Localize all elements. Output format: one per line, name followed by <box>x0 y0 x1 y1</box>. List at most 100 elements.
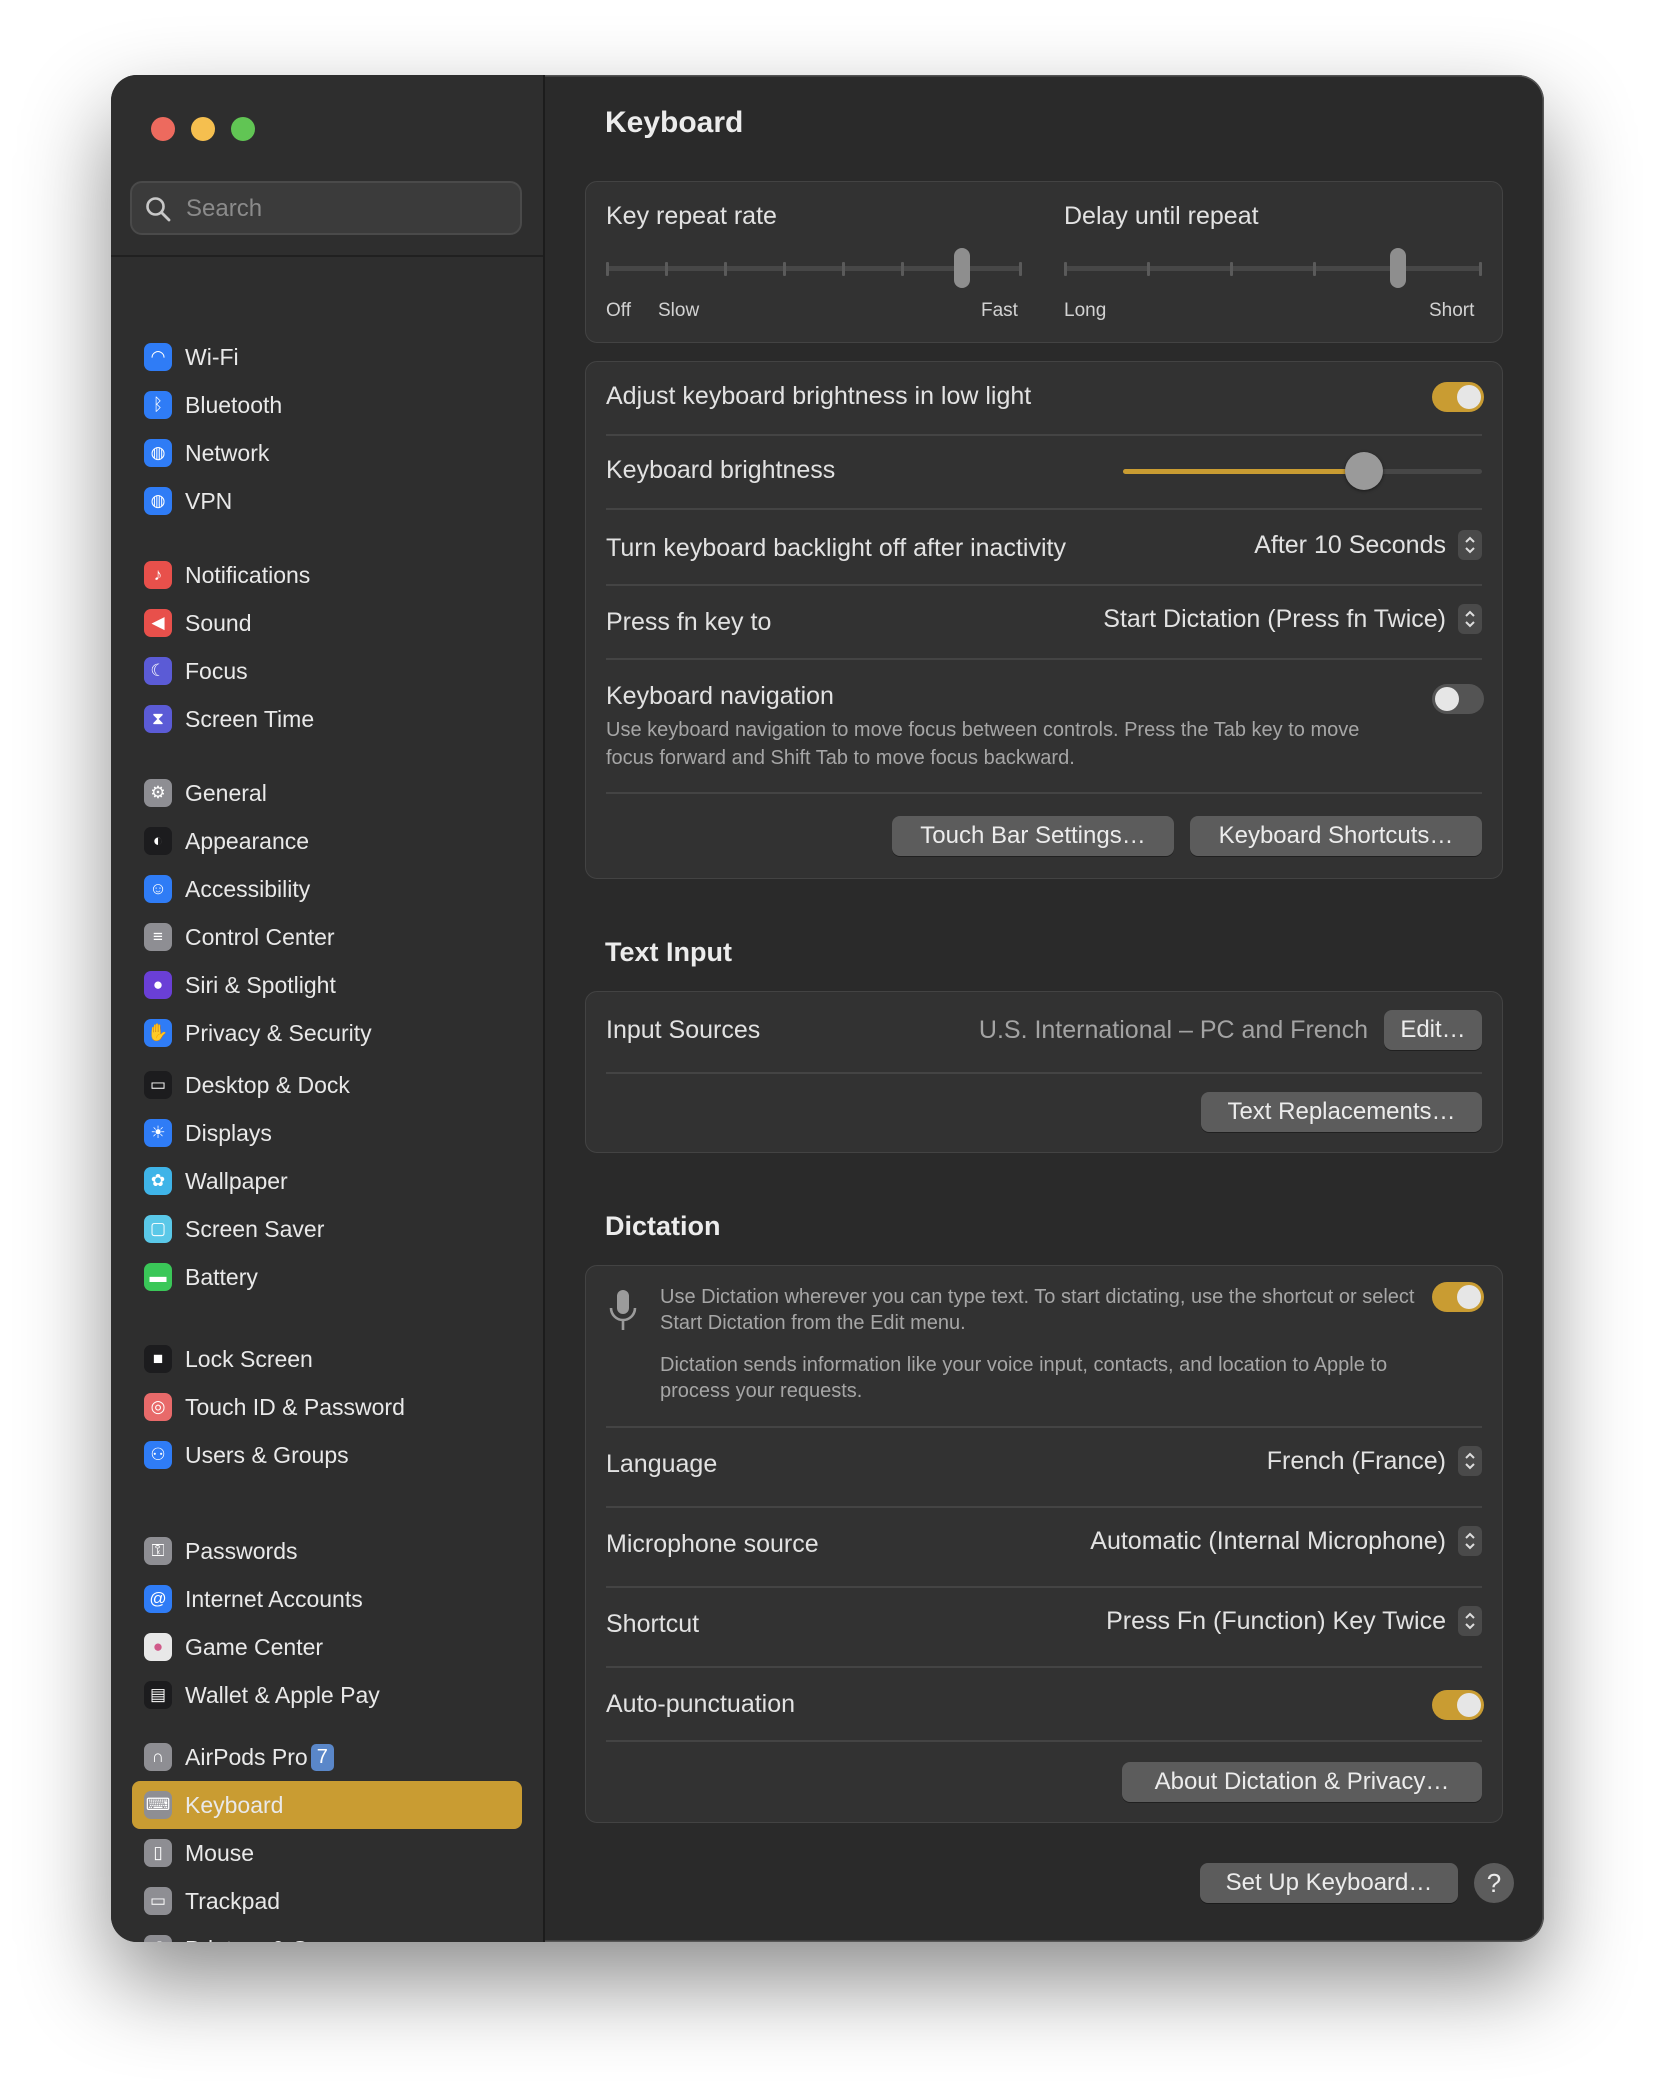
sidebar-item-focus[interactable]: ☾ Focus <box>132 647 522 695</box>
zoom-window-button[interactable] <box>231 117 255 141</box>
slider-knob[interactable] <box>1390 248 1406 288</box>
sidebar-item-general[interactable]: ⚙ General <box>132 769 522 817</box>
about-dictation-button[interactable]: About Dictation & Privacy… <box>1122 1762 1482 1802</box>
fn-key-popup[interactable]: Start Dictation (Press fn Twice) <box>1103 604 1482 634</box>
sidebar-item-displays[interactable]: ☀ Displays <box>132 1109 522 1157</box>
sidebar-item-passwords[interactable]: ⚿ Passwords <box>132 1527 522 1575</box>
adjust-brightness-toggle[interactable] <box>1432 382 1484 412</box>
sidebar-item-touch-id-password[interactable]: ◎ Touch ID & Password <box>132 1383 522 1431</box>
sidebar-item-lock-screen[interactable]: ■ Lock Screen <box>132 1335 522 1383</box>
microphone-source-popup[interactable]: Automatic (Internal Microphone) <box>1090 1526 1482 1556</box>
slider-tick <box>1147 262 1150 276</box>
slider-tick <box>901 262 904 276</box>
sidebar-item-trackpad[interactable]: ▭ Trackpad <box>132 1877 522 1925</box>
dictation-toggle[interactable] <box>1432 1282 1484 1312</box>
search-field[interactable] <box>130 181 522 235</box>
sidebar-item-sound[interactable]: ◀ Sound <box>132 599 522 647</box>
sidebar-item-internet-accounts[interactable]: @ Internet Accounts <box>132 1575 522 1623</box>
sidebar-item-wallpaper[interactable]: ✿ Wallpaper <box>132 1157 522 1205</box>
sidebar-item-screen-time[interactable]: ⧗ Screen Time <box>132 695 522 743</box>
sidebar-item-label: Trackpad <box>185 1887 281 1914</box>
key-repeat-fast-label: Fast <box>981 300 1018 321</box>
shortcut-label: Shortcut <box>606 1610 700 1638</box>
backlight-off-popup[interactable]: After 10 Seconds <box>1254 530 1482 560</box>
sidebar-item-label: Battery <box>185 1263 258 1290</box>
at-icon: @ <box>144 1585 172 1613</box>
speaker-icon: ◀ <box>144 609 172 637</box>
sidebar-item-label: Keyboard <box>185 1791 284 1818</box>
sidebar-item-label: Control Center <box>185 923 335 950</box>
lock-icon: ■ <box>144 1345 172 1373</box>
sun-icon: ☀ <box>144 1119 172 1147</box>
key-repeat-label: Key repeat rate <box>606 202 777 230</box>
flower-icon: ✿ <box>144 1167 172 1195</box>
sidebar-item-label: Game Center <box>185 1633 324 1660</box>
sidebar-item-badge: 7 <box>310 1743 334 1771</box>
sidebar: ◠ Wi-Fi ᛒ Bluetooth ◍ Network ◍ VPN ♪ Notificatio… <box>111 75 545 1942</box>
sidebar-item-wi-fi[interactable]: ◠ Wi-Fi <box>132 333 522 381</box>
slider-knob[interactable] <box>954 248 970 288</box>
sidebar-item-label: Printers & Scanners <box>185 1936 390 1943</box>
brightness-knob[interactable] <box>1344 452 1383 490</box>
keyboard-options-card: Adjust keyboard brightness in low light … <box>585 361 1503 879</box>
row-divider <box>606 1666 1482 1668</box>
sidebar-item-notifications[interactable]: ♪ Notifications <box>132 551 522 599</box>
slider-tick <box>1019 262 1022 276</box>
slider-tick <box>1230 262 1233 276</box>
main-pane: Keyboard Key repeat rate Off Slow Fast D… <box>545 75 1544 1942</box>
sidebar-item-keyboard[interactable]: ⌨ Keyboard <box>132 1781 522 1829</box>
wifi-icon: ◠ <box>144 343 172 371</box>
shortcut-popup[interactable]: Press Fn (Function) Key Twice <box>1106 1606 1482 1636</box>
brightness-slider[interactable] <box>1123 469 1482 474</box>
keyboard-navigation-toggle[interactable] <box>1432 684 1484 714</box>
sidebar-item-network[interactable]: ◍ Network <box>132 429 522 477</box>
slider-tick <box>783 262 786 276</box>
sidebar-item-bluetooth[interactable]: ᛒ Bluetooth <box>132 381 522 429</box>
appearance-icon: ◐ <box>144 827 172 855</box>
printer-icon: ⎙ <box>144 1935 172 1942</box>
minimize-window-button[interactable] <box>191 117 215 141</box>
page-title: Keyboard <box>605 106 744 139</box>
input-sources-label: Input Sources <box>606 1016 761 1044</box>
sidebar-item-label: Displays <box>185 1119 272 1146</box>
language-popup[interactable]: French (France) <box>1267 1446 1482 1476</box>
sidebar-item-appearance[interactable]: ◐ Appearance <box>132 817 522 865</box>
text-replacements-button[interactable]: Text Replacements… <box>1201 1092 1482 1132</box>
row-divider <box>606 434 1482 436</box>
sidebar-item-wallet-apple-pay[interactable]: ▤ Wallet & Apple Pay <box>132 1671 522 1719</box>
keyboard-shortcuts-button[interactable]: Keyboard Shortcuts… <box>1190 816 1482 856</box>
key-repeat-slider[interactable] <box>606 246 1022 292</box>
auto-punctuation-toggle[interactable] <box>1432 1690 1484 1720</box>
backlight-off-value: After 10 Seconds <box>1254 530 1446 559</box>
sidebar-item-siri-spotlight[interactable]: ● Siri & Spotlight <box>132 961 522 1009</box>
row-divider <box>606 1506 1482 1508</box>
set-up-keyboard-button[interactable]: Set Up Keyboard… <box>1200 1863 1458 1903</box>
sidebar-item-desktop-dock[interactable]: ▭ Desktop & Dock <box>132 1061 522 1109</box>
search-input[interactable] <box>184 191 508 227</box>
language-value: French (France) <box>1266 1446 1446 1475</box>
backlight-off-label: Turn keyboard backlight off after inacti… <box>606 534 1066 562</box>
sidebar-item-control-center[interactable]: ≡ Control Center <box>132 913 522 961</box>
microphone-source-value: Automatic (Internal Microphone) <box>1090 1526 1446 1555</box>
row-divider <box>606 508 1482 510</box>
sidebar-item-mouse[interactable]: ▯ Mouse <box>132 1829 522 1877</box>
sidebar-item-privacy-security[interactable]: ✋ Privacy & Security <box>132 1009 522 1057</box>
sidebar-item-label: Screen Saver <box>185 1215 325 1242</box>
sidebar-item-airpods-pro[interactable]: ∩ AirPods Pro 7 <box>132 1733 522 1781</box>
sidebar-item-screen-saver[interactable]: ▢ Screen Saver <box>132 1205 522 1253</box>
microphone-icon <box>609 1290 637 1330</box>
close-window-button[interactable] <box>151 117 175 141</box>
sidebar-item-printers-scanners[interactable]: ⎙ Printers & Scanners <box>132 1925 522 1942</box>
wallet-icon: ▤ <box>144 1681 172 1709</box>
sidebar-item-users-groups[interactable]: ⚇ Users & Groups <box>132 1431 522 1479</box>
touch-bar-settings-button[interactable]: Touch Bar Settings… <box>892 816 1174 856</box>
sidebar-item-battery[interactable]: ▬ Battery <box>132 1253 522 1301</box>
sidebar-item-game-center[interactable]: ● Game Center <box>132 1623 522 1671</box>
help-button[interactable]: ? <box>1474 1863 1514 1903</box>
edit-input-sources-button[interactable]: Edit… <box>1384 1010 1482 1050</box>
delay-repeat-slider[interactable] <box>1064 246 1482 292</box>
sidebar-item-vpn[interactable]: ◍ VPN <box>132 477 522 525</box>
sidebar-item-label: Desktop & Dock <box>185 1071 350 1098</box>
globe-icon: ◍ <box>144 439 172 467</box>
sidebar-item-accessibility[interactable]: ☺ Accessibility <box>132 865 522 913</box>
